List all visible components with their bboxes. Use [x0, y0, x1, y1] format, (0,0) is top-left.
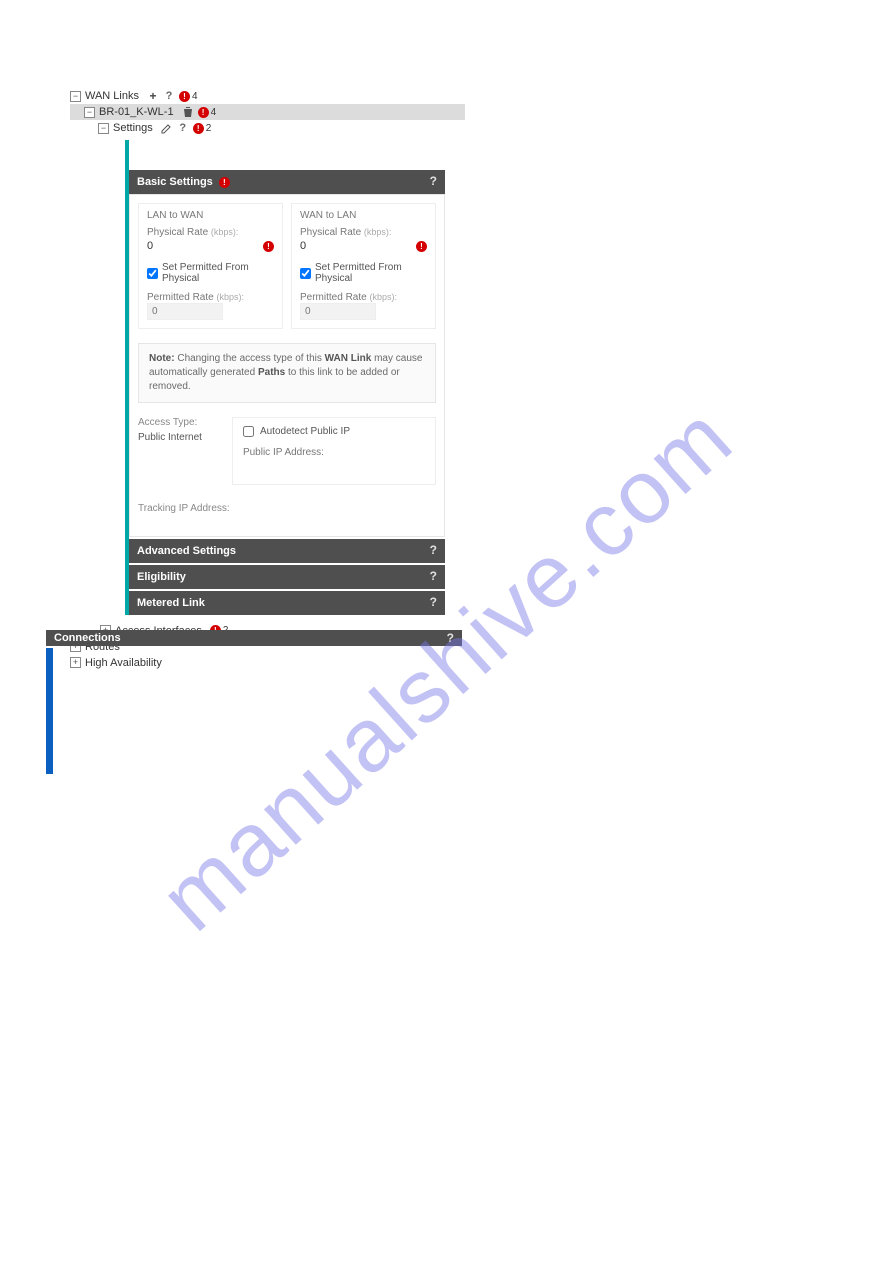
physical-rate-label: Physical Rate: [300, 227, 361, 238]
unit-label: (kbps):: [369, 292, 397, 302]
physical-rate-value[interactable]: 0: [147, 240, 153, 252]
collapse-icon[interactable]: −: [70, 91, 81, 102]
help-icon[interactable]: ?: [447, 631, 454, 645]
public-ip-label: Public IP Address:: [243, 447, 425, 458]
help-icon[interactable]: [163, 90, 175, 102]
error-count: 4: [211, 107, 217, 118]
access-type-value[interactable]: Public Internet: [138, 432, 202, 443]
error-badge-icon: [198, 107, 209, 118]
set-permitted-label: Set Permitted From Physical: [315, 262, 427, 284]
settings-panel: Basic Settings ? LAN to WAN Physical Rat…: [125, 140, 445, 615]
section-header-advanced[interactable]: Advanced Settings ?: [129, 539, 445, 563]
error-count: 2: [206, 123, 212, 134]
autodetect-ip-label: Autodetect Public IP: [260, 426, 350, 437]
tree-label: WAN Links: [85, 90, 139, 102]
help-icon[interactable]: ?: [430, 174, 437, 188]
section-title: Advanced Settings: [137, 545, 236, 557]
permitted-rate-field[interactable]: 0: [300, 303, 376, 320]
note-box: Note: Changing the access type of this W…: [138, 343, 436, 403]
tree-row-settings[interactable]: − Settings 2: [70, 120, 465, 136]
set-permitted-label: Set Permitted From Physical: [162, 262, 274, 284]
access-type-label: Access Type:: [138, 417, 202, 428]
permitted-rate-label: Permitted Rate: [300, 292, 367, 303]
error-count: 4: [192, 91, 198, 102]
wan-to-lan-box: WAN to LAN Physical Rate (kbps): 0 Set P…: [291, 203, 436, 329]
public-ip-block: Autodetect Public IP Public IP Address:: [232, 417, 436, 485]
section-header-eligibility[interactable]: Eligibility ?: [129, 565, 445, 589]
lan-to-wan-box: LAN to WAN Physical Rate (kbps): 0 Set P…: [138, 203, 283, 329]
error-badge-icon: [263, 241, 274, 252]
section-title: Metered Link: [137, 597, 205, 609]
section-title: Eligibility: [137, 571, 186, 583]
basic-settings-body: LAN to WAN Physical Rate (kbps): 0 Set P…: [129, 194, 445, 537]
permitted-rate-label: Permitted Rate: [147, 292, 214, 303]
collapse-icon[interactable]: −: [84, 107, 95, 118]
connections-accent-bar: [46, 648, 53, 774]
note-bold: Paths: [258, 367, 285, 378]
section-header-connections[interactable]: Connections ?: [46, 630, 462, 646]
box-header: WAN to LAN: [300, 210, 427, 221]
section-header-metered[interactable]: Metered Link ?: [129, 591, 445, 615]
edit-icon[interactable]: [161, 123, 173, 134]
help-icon[interactable]: ?: [430, 595, 437, 609]
box-header: LAN to WAN: [147, 210, 274, 221]
collapse-icon[interactable]: −: [98, 123, 109, 134]
autodetect-ip-checkbox[interactable]: [243, 426, 254, 437]
unit-label: (kbps):: [211, 227, 239, 237]
expand-icon[interactable]: +: [70, 657, 81, 668]
tree-row-ha[interactable]: + High Availability: [70, 655, 465, 670]
tracking-ip-label: Tracking IP Address:: [138, 503, 436, 514]
access-type-block: Access Type: Public Internet: [138, 417, 202, 485]
physical-rate-value[interactable]: 0: [300, 240, 306, 252]
tree-label: High Availability: [85, 657, 162, 669]
section-title: Connections: [54, 632, 121, 644]
unit-label: (kbps):: [216, 292, 244, 302]
tree-label: Settings: [113, 122, 153, 134]
error-badge-icon: [219, 177, 230, 188]
tree-label: BR-01_K-WL-1: [99, 106, 174, 118]
unit-label: (kbps):: [364, 227, 392, 237]
add-icon[interactable]: [147, 89, 159, 103]
tree-row-br01[interactable]: − BR-01_K-WL-1 4: [70, 104, 465, 120]
note-bold: WAN Link: [325, 353, 372, 364]
help-icon[interactable]: ?: [430, 569, 437, 583]
trash-icon[interactable]: [182, 107, 194, 118]
set-permitted-checkbox[interactable]: [147, 268, 158, 279]
permitted-rate-field[interactable]: 0: [147, 303, 223, 320]
note-text: Changing the access type of this: [175, 353, 325, 364]
error-badge-icon: [193, 123, 204, 134]
physical-rate-label: Physical Rate: [147, 227, 208, 238]
error-badge-icon: [416, 241, 427, 252]
help-icon[interactable]: ?: [430, 543, 437, 557]
note-lead: Note:: [149, 353, 175, 364]
section-title: Basic Settings: [137, 176, 213, 188]
tree-row-wan-links[interactable]: − WAN Links 4: [70, 88, 465, 104]
set-permitted-checkbox[interactable]: [300, 268, 311, 279]
section-header-basic[interactable]: Basic Settings ?: [129, 170, 445, 194]
help-icon[interactable]: [177, 122, 189, 134]
error-badge-icon: [179, 91, 190, 102]
